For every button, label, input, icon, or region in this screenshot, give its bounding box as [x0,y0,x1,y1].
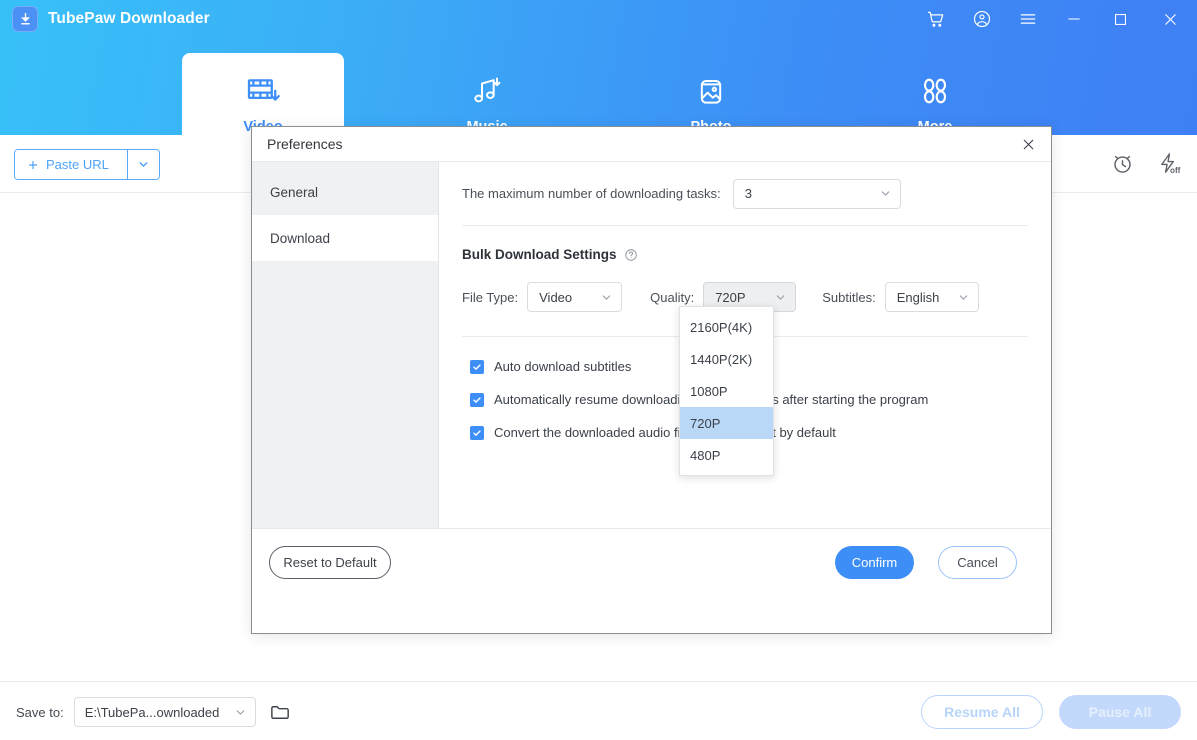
checkbox-checked-icon[interactable] [470,392,484,407]
reset-to-default-button[interactable]: Reset to Default [269,546,391,579]
sidebar-item-download[interactable]: Download [252,215,438,261]
preferences-close-button[interactable] [1005,127,1051,161]
tab-more[interactable]: More [854,55,1016,135]
sidebar-item-general[interactable]: General [252,169,438,215]
main-navigation-tabs: Video Music Photo [0,38,1197,135]
preferences-header: Preferences [252,127,1051,162]
folder-icon [271,705,290,719]
main-menu-button[interactable] [1005,0,1051,38]
checkbox-convert-mp3-label: Convert the downloaded audio file to MP3… [494,425,836,440]
photo-icon [700,80,722,104]
max-tasks-row: The maximum number of downloading tasks:… [461,162,1029,225]
file-type-select[interactable]: Video [527,282,623,312]
chevron-down-icon [881,191,890,196]
max-tasks-select[interactable]: 3 [732,178,901,209]
resume-all-button[interactable]: Resume All [921,695,1043,729]
preferences-dialog: Preferences General Download The maximum… [251,126,1052,634]
bulk-settings-title: Bulk Download Settings [462,247,617,262]
tab-music[interactable]: Music [406,55,568,135]
open-folder-button[interactable] [266,697,296,727]
chevron-down-icon [959,294,968,300]
quality-dropdown-list: 2160P(4K) 1440P(2K) 1080P 720P 480P [679,306,774,476]
minimize-button[interactable] [1051,0,1097,38]
checkbox-checked-icon[interactable] [470,359,484,374]
chevron-down-icon [602,294,611,300]
video-download-icon [247,79,280,101]
svg-text:off: off [1169,166,1180,175]
save-to-label: Save to: [16,704,64,720]
quality-option-1440p[interactable]: 1440P(2K) [680,343,773,375]
quality-option-1080p[interactable]: 1080P [680,375,773,407]
close-icon [1023,139,1033,149]
file-type-label: File Type: [462,289,519,305]
turbo-mode-button[interactable]: off [1153,148,1183,178]
tab-photo[interactable]: Photo [630,55,792,135]
maximize-button[interactable] [1097,0,1143,38]
bulk-settings-title-row: Bulk Download Settings [461,247,1029,262]
confirm-button[interactable]: Confirm [835,546,914,579]
paste-url-group: Paste URL [14,149,160,180]
section-divider-top [462,225,1028,226]
subtitles-value: English [896,289,940,305]
pause-all-button[interactable]: Pause All [1059,695,1181,729]
bottom-action-buttons: Resume All Pause All [921,695,1181,729]
checkbox-auto-subtitles-label: Auto download subtitles [494,359,632,374]
paste-url-dropdown-button[interactable] [126,150,159,179]
save-path-select[interactable]: E:\TubePa...ownloaded [73,697,256,727]
app-title: TubePaw Downloader [48,10,210,27]
app-header: TubePaw Downloader [0,0,1197,135]
chevron-down-icon [776,294,785,300]
preferences-title: Preferences [267,136,343,152]
window-controls [913,0,1197,38]
preferences-body: General Download The maximum number of d… [252,162,1051,599]
application-window: TubePaw Downloader Paste URL off Save to… [0,0,1197,740]
file-type-value: Video [539,289,573,305]
quality-option-480p[interactable]: 480P [680,439,773,471]
chevron-down-icon [139,162,148,167]
subtitles-select[interactable]: English [884,282,979,312]
preferences-footer: Reset to Default Confirm Cancel [252,528,1051,599]
app-logo-icon [12,6,38,32]
music-download-icon [474,77,501,103]
max-tasks-label: The maximum number of downloading tasks: [462,186,721,201]
bottom-bar: Save to: E:\TubePa...ownloaded Resume Al… [0,681,1197,740]
quality-value: 720P [715,289,746,305]
checkbox-checked-icon[interactable] [470,425,484,440]
tab-video[interactable]: Video [182,53,344,135]
scheduler-button[interactable] [1107,148,1137,178]
save-to-group: Save to: E:\TubePa...ownloaded [16,697,296,727]
chevron-down-icon [236,709,245,715]
alarm-clock-icon [1113,155,1131,173]
title-bar: TubePaw Downloader [0,0,1197,38]
max-tasks-value: 3 [744,186,752,201]
close-button[interactable] [1143,0,1197,38]
quality-option-2160p[interactable]: 2160P(4K) [680,311,773,343]
paste-url-label: Paste URL [46,157,109,172]
toolbar-icons: off [1107,148,1183,178]
plus-icon [28,160,38,169]
cart-button[interactable] [913,0,959,38]
quality-option-720p[interactable]: 720P [680,407,773,439]
subtitles-label: Subtitles: [822,289,876,305]
quality-label: Quality: [650,289,695,305]
save-path-value: E:\TubePa...ownloaded [84,704,220,720]
grid-more-icon [923,78,947,104]
paste-url-button[interactable]: Paste URL [15,150,127,179]
lightning-off-icon: off [1160,152,1180,175]
question-circle-icon[interactable] [624,248,638,262]
cancel-button[interactable]: Cancel [938,546,1017,579]
account-button[interactable] [959,0,1005,38]
